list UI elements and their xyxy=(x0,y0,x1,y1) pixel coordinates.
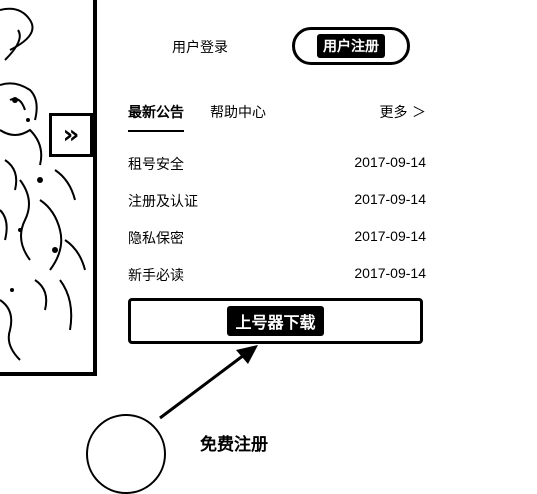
chevron-right-icon: » xyxy=(62,120,80,150)
notice-item[interactable]: 注册及认证 2017-09-14 xyxy=(128,187,426,224)
notice-list: 租号安全 2017-09-14 注册及认证 2017-09-14 隐私保密 20… xyxy=(128,150,426,298)
annotation-arrow-icon xyxy=(159,345,258,420)
notice-date: 2017-09-14 xyxy=(354,154,426,170)
notice-date: 2017-09-14 xyxy=(354,191,426,207)
notice-title: 租号安全 xyxy=(128,157,184,173)
banner-frame-right xyxy=(93,0,97,376)
notice-date: 2017-09-14 xyxy=(354,265,426,281)
notice-item[interactable]: 新手必读 2017-09-14 xyxy=(128,261,426,298)
tab-latest-notice[interactable]: 最新公告 xyxy=(128,102,184,132)
notice-title: 新手必读 xyxy=(128,268,184,284)
launcher-download-button[interactable]: 上号器下载 xyxy=(128,298,423,344)
launcher-download-label: 上号器下载 xyxy=(227,306,324,336)
free-register-link[interactable]: 免费注册 xyxy=(200,430,268,455)
notice-title: 注册及认证 xyxy=(128,194,198,210)
notice-date: 2017-09-14 xyxy=(354,228,426,244)
banner-frame-bottom xyxy=(0,372,97,376)
more-link[interactable]: 更多 ＞ xyxy=(380,102,426,122)
free-register-icon[interactable] xyxy=(86,414,166,494)
banner-next-button[interactable]: » xyxy=(49,113,93,157)
tab-user-login-label: 用户登录 xyxy=(172,40,228,56)
tab-user-register-label: 用户注册 xyxy=(317,34,385,58)
tab-help-center[interactable]: 帮助中心 xyxy=(210,102,266,122)
tab-user-register[interactable]: 用户注册 xyxy=(292,27,410,65)
notice-item[interactable]: 租号安全 2017-09-14 xyxy=(128,150,426,187)
notice-title: 隐私保密 xyxy=(128,231,184,247)
notice-tabs: 最新公告 帮助中心 更多 ＞ xyxy=(128,102,426,132)
notice-item[interactable]: 隐私保密 2017-09-14 xyxy=(128,224,426,261)
banner-image xyxy=(0,0,97,376)
banner-sketch xyxy=(0,7,86,361)
tab-user-login[interactable]: 用户登录 xyxy=(160,34,240,60)
